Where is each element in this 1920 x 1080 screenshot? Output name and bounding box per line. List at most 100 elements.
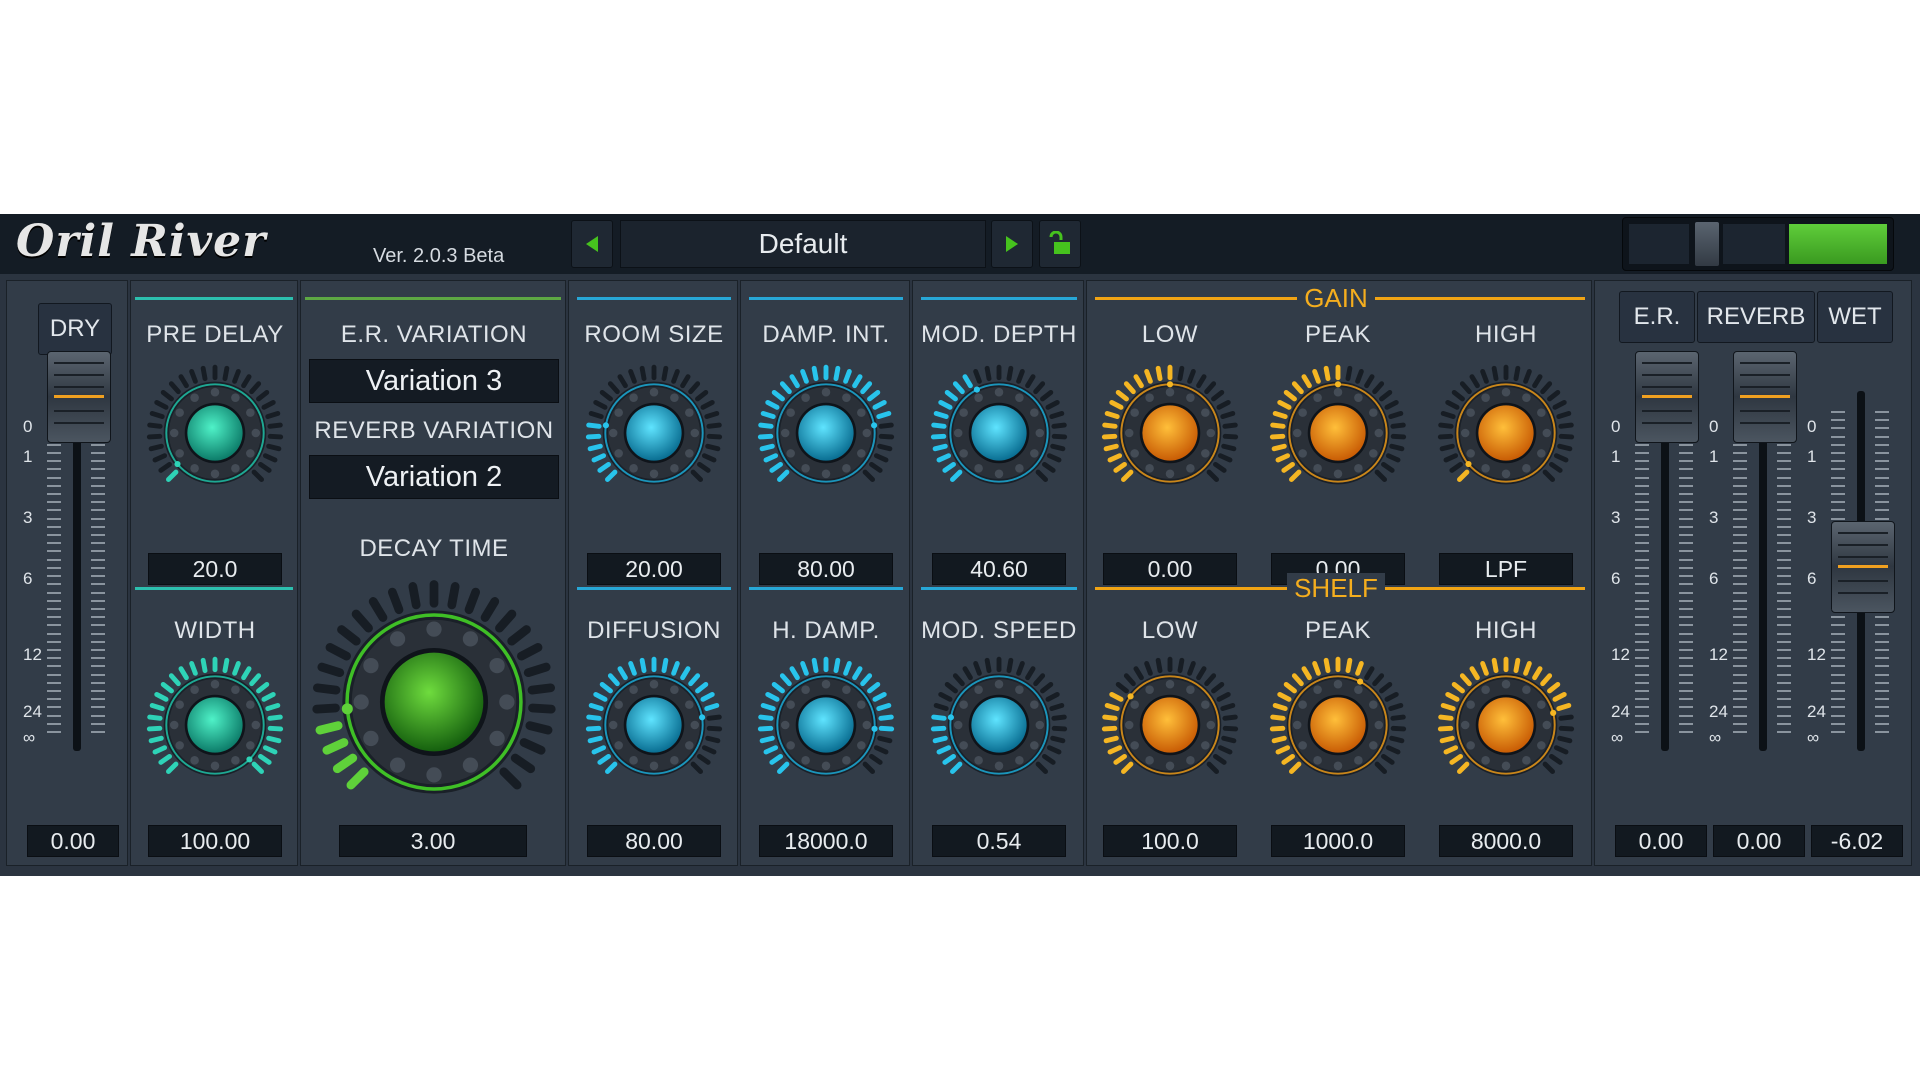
room-size-knob[interactable] xyxy=(584,363,724,503)
scale-tick xyxy=(1733,468,1747,471)
er-variation-select[interactable]: Variation 3 xyxy=(309,359,559,403)
er-fader-handle[interactable] xyxy=(1635,351,1699,443)
scale-tick xyxy=(1733,624,1747,627)
scale-tick xyxy=(1635,681,1649,684)
scale-tick xyxy=(47,493,61,496)
decay-time-value[interactable]: 3.00 xyxy=(339,825,527,857)
decay-time-label: DECAY TIME xyxy=(359,535,509,562)
width-value[interactable]: 100.00 xyxy=(148,825,282,857)
er-button[interactable]: E.R. xyxy=(1619,291,1695,343)
predelay-knob[interactable] xyxy=(145,363,285,503)
scale-tick xyxy=(1831,509,1845,512)
next-preset-button[interactable] xyxy=(991,220,1033,268)
scale-tick xyxy=(1777,698,1791,701)
scale-tick xyxy=(47,624,61,627)
mod-depth-knob[interactable] xyxy=(929,363,1069,503)
diffusion-knob[interactable] xyxy=(584,655,724,795)
scale-tick xyxy=(91,509,105,512)
wet-fader-handle[interactable] xyxy=(1831,521,1895,613)
scale-tick xyxy=(1679,550,1693,553)
decay-time-knob[interactable] xyxy=(309,577,559,827)
diffusion-value[interactable]: 80.00 xyxy=(587,825,721,857)
wet-value[interactable]: -6.02 xyxy=(1811,825,1903,857)
damp-int-value[interactable]: 80.00 xyxy=(759,553,893,585)
predelay-value[interactable]: 20.0 xyxy=(148,553,282,585)
triangle-right-icon xyxy=(1006,236,1018,252)
mod-speed-value[interactable]: 0.54 xyxy=(932,825,1066,857)
shelf-high-value[interactable]: 8000.0 xyxy=(1439,825,1573,857)
scale-tick xyxy=(1733,501,1747,504)
scale-tick xyxy=(1679,452,1693,455)
scale-tick xyxy=(91,484,105,487)
h-damp-value[interactable]: 18000.0 xyxy=(759,825,893,857)
er-value[interactable]: 0.00 xyxy=(1615,825,1707,857)
reverb-fader-handle[interactable] xyxy=(1733,351,1797,443)
scale-tick xyxy=(1831,722,1845,725)
reverb-value[interactable]: 0.00 xyxy=(1713,825,1805,857)
gain-high-label: HIGH xyxy=(1475,321,1537,348)
gain-low-knob[interactable] xyxy=(1100,363,1240,503)
shelf-peak-knob[interactable] xyxy=(1268,655,1408,795)
scale-tick xyxy=(1733,534,1747,537)
shelf-low-value[interactable]: 100.0 xyxy=(1103,825,1237,857)
reverb-button[interactable]: REVERB xyxy=(1697,291,1815,343)
scale-tick xyxy=(1831,452,1845,455)
lock-button[interactable] xyxy=(1039,220,1081,268)
prev-preset-button[interactable] xyxy=(571,220,613,268)
predelay-width-panel: PRE DELAY 20.0 WIDTH 100.00 xyxy=(130,280,298,866)
scale-tick xyxy=(1733,575,1747,578)
shelf-low-knob[interactable] xyxy=(1100,655,1240,795)
variation-decay-panel: E.R. VARIATION Variation 3 REVERB VARIAT… xyxy=(300,280,566,866)
scale-tick xyxy=(1875,665,1889,668)
scale-tick xyxy=(1875,648,1889,651)
scale-tick xyxy=(1777,731,1791,733)
dry-value[interactable]: 0.00 xyxy=(27,825,119,857)
scale-tick xyxy=(1679,460,1693,463)
preset-name-display[interactable]: Default xyxy=(620,220,986,268)
scale-tick xyxy=(1679,665,1693,668)
reverb-variation-select[interactable]: Variation 2 xyxy=(309,455,559,499)
h-damp-label: H. DAMP. xyxy=(772,617,880,644)
scale-tick xyxy=(1635,722,1649,725)
shelf-high-knob[interactable] xyxy=(1436,655,1576,795)
scale-label: 12 xyxy=(1807,644,1826,664)
gain-high-value[interactable]: LPF xyxy=(1439,553,1573,585)
scale-tick xyxy=(1635,484,1649,487)
room-size-value[interactable]: 20.00 xyxy=(587,553,721,585)
scale-label: 24 xyxy=(1611,701,1630,721)
meter-handle[interactable] xyxy=(1695,222,1719,266)
scale-tick xyxy=(1875,698,1889,701)
scale-label: 6 xyxy=(1807,568,1817,588)
scale-tick xyxy=(1635,599,1649,602)
h-damp-knob[interactable] xyxy=(756,655,896,795)
width-knob[interactable] xyxy=(145,655,285,795)
scale-tick xyxy=(91,665,105,668)
dry-fader-handle[interactable] xyxy=(47,351,111,443)
scale-tick xyxy=(1875,714,1889,717)
scale-tick xyxy=(47,648,61,651)
scale-tick xyxy=(1875,706,1889,709)
gain-low-value[interactable]: 0.00 xyxy=(1103,553,1237,585)
scale-tick xyxy=(1679,731,1693,733)
scale-tick xyxy=(1875,468,1889,471)
scale-tick xyxy=(1777,607,1791,610)
scale-tick xyxy=(1777,575,1791,578)
scale-tick xyxy=(91,468,105,471)
scale-tick xyxy=(1635,706,1649,709)
scale-tick xyxy=(1831,648,1845,651)
separator xyxy=(921,297,1077,300)
gain-high-knob[interactable] xyxy=(1436,363,1576,503)
mod-depth-value[interactable]: 40.60 xyxy=(932,553,1066,585)
scale-tick xyxy=(1635,731,1649,733)
scale-tick xyxy=(1635,640,1649,643)
scale-tick xyxy=(1679,681,1693,684)
diffusion-label: DIFFUSION xyxy=(587,617,721,644)
mod-speed-knob[interactable] xyxy=(929,655,1069,795)
dry-button[interactable]: DRY xyxy=(38,303,112,355)
wet-button[interactable]: WET xyxy=(1817,291,1893,343)
shelf-peak-value[interactable]: 1000.0 xyxy=(1271,825,1405,857)
damp-int-knob[interactable] xyxy=(756,363,896,503)
scale-label: 6 xyxy=(1611,568,1621,588)
gain-peak-knob[interactable] xyxy=(1268,363,1408,503)
scale-tick xyxy=(1635,657,1649,660)
